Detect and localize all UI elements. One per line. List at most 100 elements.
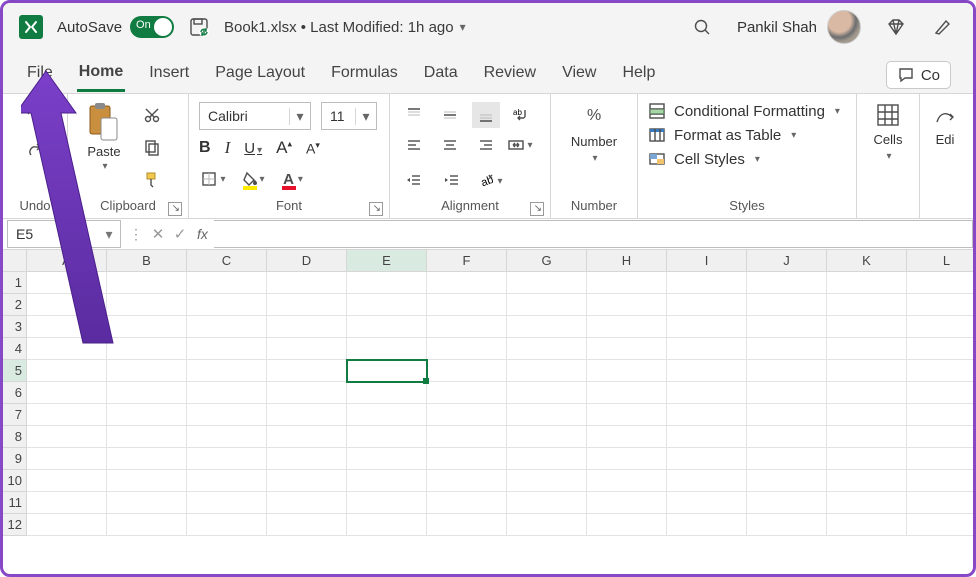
cell[interactable] [507,272,587,294]
comments-button[interactable]: Co [886,61,951,89]
column-header[interactable]: D [267,250,347,272]
tab-data[interactable]: Data [422,60,460,90]
cell[interactable] [187,426,267,448]
cell[interactable] [107,360,187,382]
column-header[interactable]: C [187,250,267,272]
cell[interactable] [907,514,976,536]
cell[interactable] [507,426,587,448]
cell[interactable] [667,294,747,316]
cell[interactable] [187,404,267,426]
undo-button[interactable]: ▾ [21,102,49,128]
alignment-dialog-launcher[interactable]: ↘ [530,202,544,216]
formula-bar-grip-icon[interactable]: ⋮ [125,226,147,243]
cell[interactable] [907,426,976,448]
cell[interactable] [827,360,907,382]
cell[interactable] [667,514,747,536]
cell[interactable] [27,360,107,382]
cell[interactable] [907,382,976,404]
bold-button[interactable]: B [199,139,211,157]
cell[interactable] [267,448,347,470]
autosave-toggle[interactable]: On [130,16,174,38]
cell[interactable] [827,404,907,426]
cell[interactable] [187,338,267,360]
select-all-corner[interactable] [3,250,27,272]
cell[interactable] [427,426,507,448]
cell[interactable] [747,470,827,492]
underline-button[interactable]: U▾ [244,140,262,157]
cell[interactable] [347,382,427,404]
cell[interactable] [27,404,107,426]
row-header[interactable]: 9 [3,448,27,470]
font-dialog-launcher[interactable]: ↘ [369,202,383,216]
cell[interactable] [907,272,976,294]
cell[interactable] [267,514,347,536]
cell[interactable] [347,426,427,448]
cell[interactable] [747,492,827,514]
cell[interactable] [667,470,747,492]
cell[interactable] [587,492,667,514]
cell[interactable] [747,294,827,316]
copy-icon[interactable] [138,134,166,160]
number-format-button[interactable]: % Number ▾ [571,102,617,164]
tab-page-layout[interactable]: Page Layout [213,60,307,90]
cell[interactable] [267,272,347,294]
wrap-text-icon[interactable]: ab [506,102,534,128]
column-header[interactable]: L [907,250,976,272]
cell[interactable] [267,404,347,426]
cell[interactable] [27,492,107,514]
cell[interactable] [827,514,907,536]
orientation-icon[interactable]: ab▾ [476,168,504,194]
cells-button[interactable]: Cells ▾ [874,102,903,162]
row-header[interactable]: 7 [3,404,27,426]
tab-home[interactable]: Home [77,59,125,92]
tab-formulas[interactable]: Formulas [329,60,400,90]
tab-review[interactable]: Review [482,60,538,90]
row-header[interactable]: 10 [3,470,27,492]
cell[interactable] [27,382,107,404]
cell[interactable] [187,382,267,404]
cell[interactable] [267,294,347,316]
cell[interactable] [667,492,747,514]
cell[interactable] [747,426,827,448]
format-painter-icon[interactable] [138,166,166,192]
cell-styles-button[interactable]: Cell Styles▾ [648,150,840,168]
cell[interactable] [27,338,107,360]
cell[interactable] [827,470,907,492]
cell[interactable] [347,316,427,338]
cell[interactable] [507,316,587,338]
column-header[interactable]: I [667,250,747,272]
cell[interactable] [827,382,907,404]
cell[interactable] [267,382,347,404]
cell[interactable] [187,470,267,492]
cell[interactable] [907,404,976,426]
cell[interactable] [187,294,267,316]
cell[interactable] [427,470,507,492]
tab-help[interactable]: Help [620,60,657,90]
cell[interactable] [427,514,507,536]
cell[interactable] [507,294,587,316]
cell[interactable] [667,360,747,382]
cell[interactable] [907,338,976,360]
cell[interactable] [907,316,976,338]
cell[interactable] [747,404,827,426]
cell[interactable] [507,382,587,404]
cut-icon[interactable] [138,102,166,128]
cell[interactable] [507,492,587,514]
cell[interactable] [267,426,347,448]
italic-button[interactable]: I [225,138,231,158]
cell[interactable] [507,448,587,470]
cell[interactable] [27,514,107,536]
cell[interactable] [587,294,667,316]
cell[interactable] [907,492,976,514]
cell[interactable] [107,514,187,536]
cell[interactable] [347,338,427,360]
cell[interactable] [187,514,267,536]
row-header[interactable]: 3 [3,316,27,338]
cell[interactable] [427,272,507,294]
cell[interactable] [27,316,107,338]
cell[interactable] [587,272,667,294]
merge-center-icon[interactable]: ▾ [506,132,534,158]
cell[interactable] [267,316,347,338]
cell[interactable] [827,492,907,514]
cell[interactable] [427,338,507,360]
